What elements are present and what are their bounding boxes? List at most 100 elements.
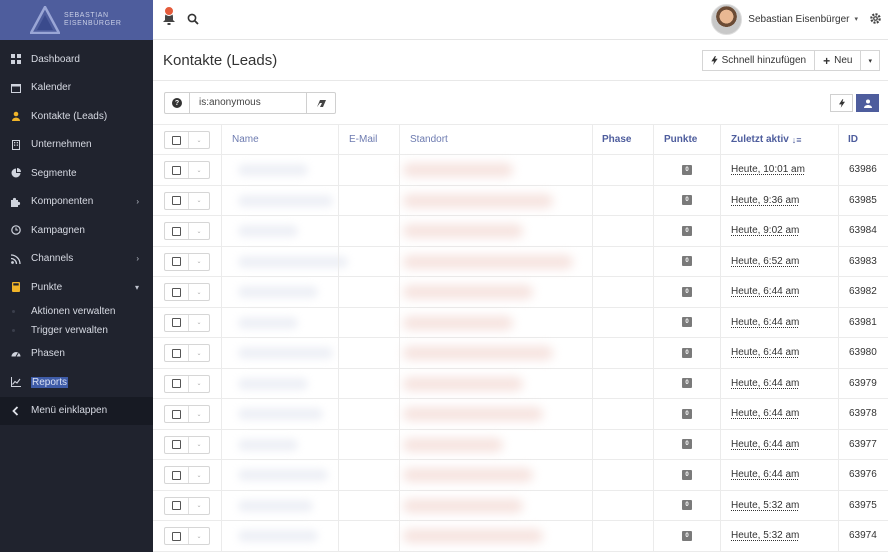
chevron-down-icon[interactable]: ⌄	[189, 223, 209, 239]
search-input[interactable]: is:anonymous	[190, 92, 307, 114]
row-checkbox[interactable]: ⌄	[164, 374, 210, 393]
sidebar-subitem-aktionen-verwalten[interactable]: Aktionen verwalten	[0, 302, 153, 321]
calendar-icon	[11, 83, 21, 93]
table-row[interactable]: ⌄ 0 Heute, 6:44 am 63977	[153, 429, 888, 460]
sidebar-item-label: Reports	[31, 376, 69, 388]
building-icon	[11, 139, 21, 150]
quick-add-button[interactable]: Schnell hinzufügen	[701, 50, 816, 71]
chevron-down-icon[interactable]: ⌄	[189, 284, 209, 300]
user-secret-icon	[863, 99, 872, 108]
chevron-down-icon[interactable]: ⌄	[189, 315, 209, 331]
column-header-points[interactable]: Punkte	[664, 125, 697, 154]
table-row[interactable]: ⌄ 0 Heute, 9:36 am 63985	[153, 185, 888, 216]
collapse-menu-button[interactable]: Menü einklappen	[0, 396, 153, 425]
chevron-down-icon[interactable]: ⌄	[189, 193, 209, 209]
more-actions-dropdown[interactable]: ▾	[861, 50, 880, 71]
sidebar-item-kontakte-leads[interactable]: Kontakte (Leads)	[0, 102, 153, 131]
row-checkbox[interactable]: ⌄	[164, 527, 210, 545]
blurred-name	[238, 469, 328, 481]
sidebar-item-segmente[interactable]: Segmente	[0, 159, 153, 188]
table-row[interactable]: ⌄ 0 Heute, 10:01 am 63986	[153, 155, 888, 186]
header-actions: Schnell hinzufügen + Neu ▾	[701, 50, 880, 71]
sidebar-subitem-trigger-verwalten[interactable]: Trigger verwalten	[0, 321, 153, 340]
puzzle-icon	[11, 197, 21, 207]
brand-line-1: SEBASTIAN	[64, 12, 109, 19]
sidebar-item-unternehmen[interactable]: Unternehmen	[0, 131, 153, 160]
search-help-button[interactable]: ?	[164, 92, 190, 114]
new-button[interactable]: + Neu	[815, 50, 862, 71]
clear-filter-button[interactable]	[307, 92, 336, 114]
row-checkbox[interactable]: ⌄	[164, 283, 210, 301]
sidebar-item-kampagnen[interactable]: Kampagnen	[0, 216, 153, 245]
row-checkbox[interactable]: ⌄	[164, 161, 210, 179]
chevron-down-icon[interactable]: ⌄	[189, 376, 209, 392]
blurred-location	[403, 346, 553, 360]
column-header-id[interactable]: ID	[848, 125, 858, 154]
chevron-left-icon	[11, 406, 21, 416]
row-checkbox[interactable]: ⌄	[164, 344, 210, 362]
checkbox-box	[165, 497, 189, 514]
blurred-location	[403, 224, 523, 238]
table-row[interactable]: ⌄ 0 Heute, 6:52 am 63983	[153, 246, 888, 277]
sidebar-item-channels[interactable]: Channels ›	[0, 245, 153, 274]
row-checkbox[interactable]: ⌄	[164, 435, 210, 454]
table-row[interactable]: ⌄ 0 Heute, 6:44 am 63982	[153, 277, 888, 308]
column-header-location[interactable]: Standort	[410, 125, 448, 154]
points-badge: 0	[682, 500, 692, 511]
points-cell: 0	[682, 216, 692, 246]
table-row[interactable]: ⌄ 0 Heute, 5:32 am 63974	[153, 521, 888, 552]
chevron-down-icon[interactable]: ⌄	[189, 528, 209, 544]
sidebar-item-label: Dashboard	[31, 53, 80, 65]
table-row[interactable]: ⌄ 0 Heute, 6:44 am 63978	[153, 399, 888, 430]
row-checkbox[interactable]: ⌄	[164, 313, 210, 332]
chevron-down-icon[interactable]: ⌄	[189, 406, 209, 422]
column-header-email[interactable]: E-Mail	[349, 125, 377, 154]
sidebar-item-dashboard[interactable]: Dashboard	[0, 45, 153, 74]
table-row[interactable]: ⌄ 0 Heute, 5:32 am 63975	[153, 490, 888, 521]
table-row[interactable]: ⌄ 0 Heute, 6:44 am 63980	[153, 338, 888, 369]
sidebar-item-komponenten[interactable]: Komponenten ›	[0, 188, 153, 217]
row-checkbox[interactable]: ⌄	[164, 405, 210, 423]
brand-logo[interactable]: SEBASTIAN EISENBÜRGER	[0, 0, 153, 40]
table-row[interactable]: ⌄ 0 Heute, 6:44 am 63981	[153, 307, 888, 338]
chevron-down-icon[interactable]: ⌄	[189, 467, 209, 483]
sidebar-item-phasen[interactable]: Phasen	[0, 340, 153, 369]
quick-actions-button[interactable]	[830, 94, 853, 112]
checkbox-square	[172, 165, 181, 175]
row-checkbox[interactable]: ⌄	[164, 466, 210, 484]
checkbox-box	[165, 314, 189, 331]
chevron-down-icon[interactable]: ⌄	[189, 498, 209, 514]
column-header-name[interactable]: Name	[232, 125, 259, 154]
table-row[interactable]: ⌄ 0 Heute, 9:02 am 63984	[153, 216, 888, 247]
table-row[interactable]: ⌄ 0 Heute, 6:44 am 63979	[153, 368, 888, 399]
anonymous-filter-toggle[interactable]	[856, 94, 879, 112]
sidebar-item-reports[interactable]: Reports	[0, 368, 153, 397]
row-checkbox[interactable]: ⌄	[164, 252, 210, 271]
chevron-down-icon[interactable]: ⌄	[189, 437, 209, 453]
select-all-checkbox[interactable]: ⌄	[164, 131, 210, 149]
row-checkbox[interactable]: ⌄	[164, 496, 210, 515]
search-icon[interactable]	[187, 13, 199, 25]
chevron-down-icon[interactable]: ⌄	[189, 254, 209, 270]
row-checkbox[interactable]: ⌄	[164, 222, 210, 240]
user-name: Sebastian Eisenbürger	[748, 13, 850, 25]
blurred-name	[238, 286, 318, 298]
last-active-cell: Heute, 6:44 am	[731, 399, 799, 429]
sidebar-item-label: Kontakte (Leads)	[31, 110, 108, 122]
table-row[interactable]: ⌄ 0 Heute, 6:44 am 63976	[153, 460, 888, 491]
chevron-down-icon[interactable]: ⌄	[189, 162, 209, 178]
row-checkbox[interactable]: ⌄	[164, 191, 210, 210]
sidebar-item-label: Unternehmen	[31, 139, 92, 151]
points-badge: 0	[682, 530, 692, 541]
rss-icon	[10, 254, 21, 264]
user-menu[interactable]: Sebastian Eisenbürger ▾	[711, 3, 858, 35]
gear-icon[interactable]	[869, 12, 882, 25]
column-header-last-active[interactable]: Zuletzt aktiv ↓≡	[731, 125, 802, 154]
chevron-down-icon[interactable]: ⌄	[189, 345, 209, 361]
sidebar-item-punkte[interactable]: Punkte ▾	[0, 273, 153, 302]
sidebar-item-kalender[interactable]: Kalender	[0, 74, 153, 103]
chevron-down-icon: ▾	[854, 16, 858, 23]
chevron-down-icon[interactable]: ⌄	[189, 132, 209, 148]
column-header-phase[interactable]: Phase	[602, 125, 631, 154]
blurred-location	[403, 498, 523, 513]
